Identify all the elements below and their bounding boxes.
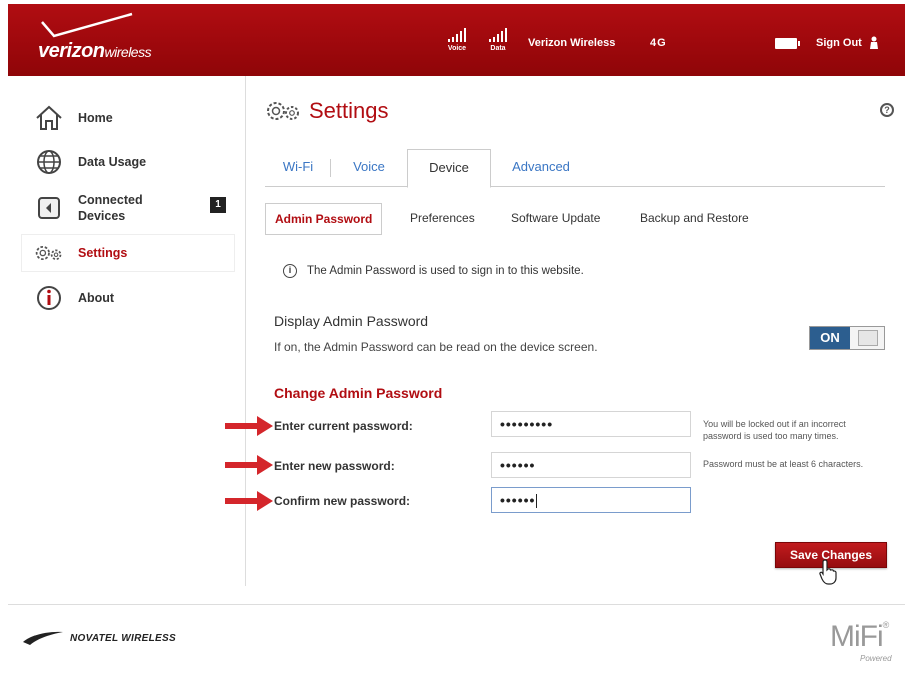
subtab-backup-restore[interactable]: Backup and Restore <box>631 203 758 235</box>
sidebar: Home Data Usage Connected Devices 1 Sett… <box>8 76 246 586</box>
carrier-name: Verizon Wireless <box>528 37 616 49</box>
sidebar-item-label: Data Usage <box>78 155 147 169</box>
info-text: The Admin Password is used to sign in to… <box>307 265 584 277</box>
footer-divider <box>8 604 905 605</box>
tab-device[interactable]: Device <box>407 149 491 188</box>
new-password-label: Enter new password: <box>274 459 395 473</box>
current-password-hint: You will be locked out if an incorrect p… <box>703 419 846 441</box>
new-password-hint: Password must be at least 6 characters. <box>703 459 864 469</box>
gear-icon <box>267 102 299 120</box>
info-icon <box>34 283 64 313</box>
tab-wifi[interactable]: Wi-Fi <box>265 149 331 187</box>
confirm-password-label: Confirm new password: <box>274 494 411 508</box>
signal-bars-icon <box>481 28 515 42</box>
device-icon <box>34 193 64 223</box>
data-label: Data <box>490 45 506 52</box>
text-caret <box>536 494 538 509</box>
novatel-logo: NOVATEL WIRELESS <box>22 630 176 646</box>
sidebar-item-about[interactable]: About <box>22 280 234 316</box>
subtab-preferences[interactable]: Preferences <box>401 203 484 235</box>
red-arrow-icon <box>225 455 273 475</box>
brand-text: verizonwireless <box>38 40 152 62</box>
change-admin-title: Change Admin Password <box>274 385 443 401</box>
sidebar-item-settings[interactable]: Settings <box>22 235 234 271</box>
powered-text: Powered <box>860 654 892 663</box>
voice-signal: Voice <box>440 28 474 52</box>
sidebar-item-home[interactable]: Home <box>22 100 234 136</box>
display-admin-title: Display Admin Password <box>274 313 429 329</box>
check-mark-icon <box>41 12 133 38</box>
current-password-input[interactable]: ••••••••• <box>491 411 691 437</box>
info-icon: i <box>283 264 297 278</box>
battery-icon <box>775 38 800 49</box>
registered-mark: ® <box>882 620 890 630</box>
tab-voice[interactable]: Voice <box>335 149 403 187</box>
top-header: verizonwireless Voice Data Verizon Wirel… <box>8 4 905 76</box>
info-message: i The Admin Password is used to sign in … <box>283 264 584 278</box>
toggle-knob[interactable] <box>858 330 878 346</box>
page-title-text: Settings <box>309 98 389 123</box>
gear-icon <box>34 238 64 268</box>
novatel-text: NOVATEL WIRELESS <box>70 632 176 644</box>
device-count-badge: 1 <box>210 197 226 213</box>
display-admin-desc: If on, the Admin Password can be read on… <box>274 340 598 354</box>
current-password-label: Enter current password: <box>274 419 413 433</box>
data-signal: Data <box>481 28 515 52</box>
confirm-password-input[interactable]: •••••• <box>491 487 691 513</box>
sidebar-item-data-usage[interactable]: Data Usage <box>22 144 234 180</box>
hand-cursor-icon <box>819 559 837 585</box>
page-title: Settings <box>265 98 389 124</box>
toggle-on-label: ON <box>810 327 850 349</box>
novatel-swoosh-icon <box>23 631 63 645</box>
display-admin-toggle[interactable]: ON <box>809 326 885 350</box>
sidebar-item-connected-devices[interactable]: Connected Devices 1 <box>22 188 234 228</box>
signal-bars-icon <box>440 28 474 42</box>
new-password-input[interactable]: •••••• <box>491 452 691 478</box>
tab-advanced[interactable]: Advanced <box>501 149 581 187</box>
network-type: 4G <box>650 37 667 49</box>
sidebar-item-label: About <box>78 291 115 305</box>
subtab-software-update[interactable]: Software Update <box>502 203 609 235</box>
mifi-text: MiFi <box>830 620 884 653</box>
person-icon <box>869 36 878 49</box>
tab-bar: Wi-Fi Voice Device Advanced <box>265 149 885 188</box>
voice-label: Voice <box>447 45 467 52</box>
subtab-admin-password[interactable]: Admin Password <box>265 203 383 235</box>
sidebar-item-label: Connected Devices <box>78 193 143 223</box>
sidebar-item-label: Home <box>78 111 113 125</box>
sign-out-label: Sign Out <box>816 36 862 49</box>
red-arrow-icon <box>225 491 273 511</box>
sign-out-link[interactable]: Sign Out <box>816 36 879 50</box>
confirm-password-value: •••••• <box>500 492 536 508</box>
home-icon <box>34 103 64 133</box>
mifi-logo: MiFi® <box>830 620 890 654</box>
sidebar-item-label: Settings <box>78 246 128 260</box>
subtab-bar: Admin Password Preferences Software Upda… <box>265 203 885 235</box>
red-arrow-icon <box>225 416 273 436</box>
globe-icon <box>34 147 64 177</box>
help-icon[interactable]: ? <box>880 103 894 117</box>
